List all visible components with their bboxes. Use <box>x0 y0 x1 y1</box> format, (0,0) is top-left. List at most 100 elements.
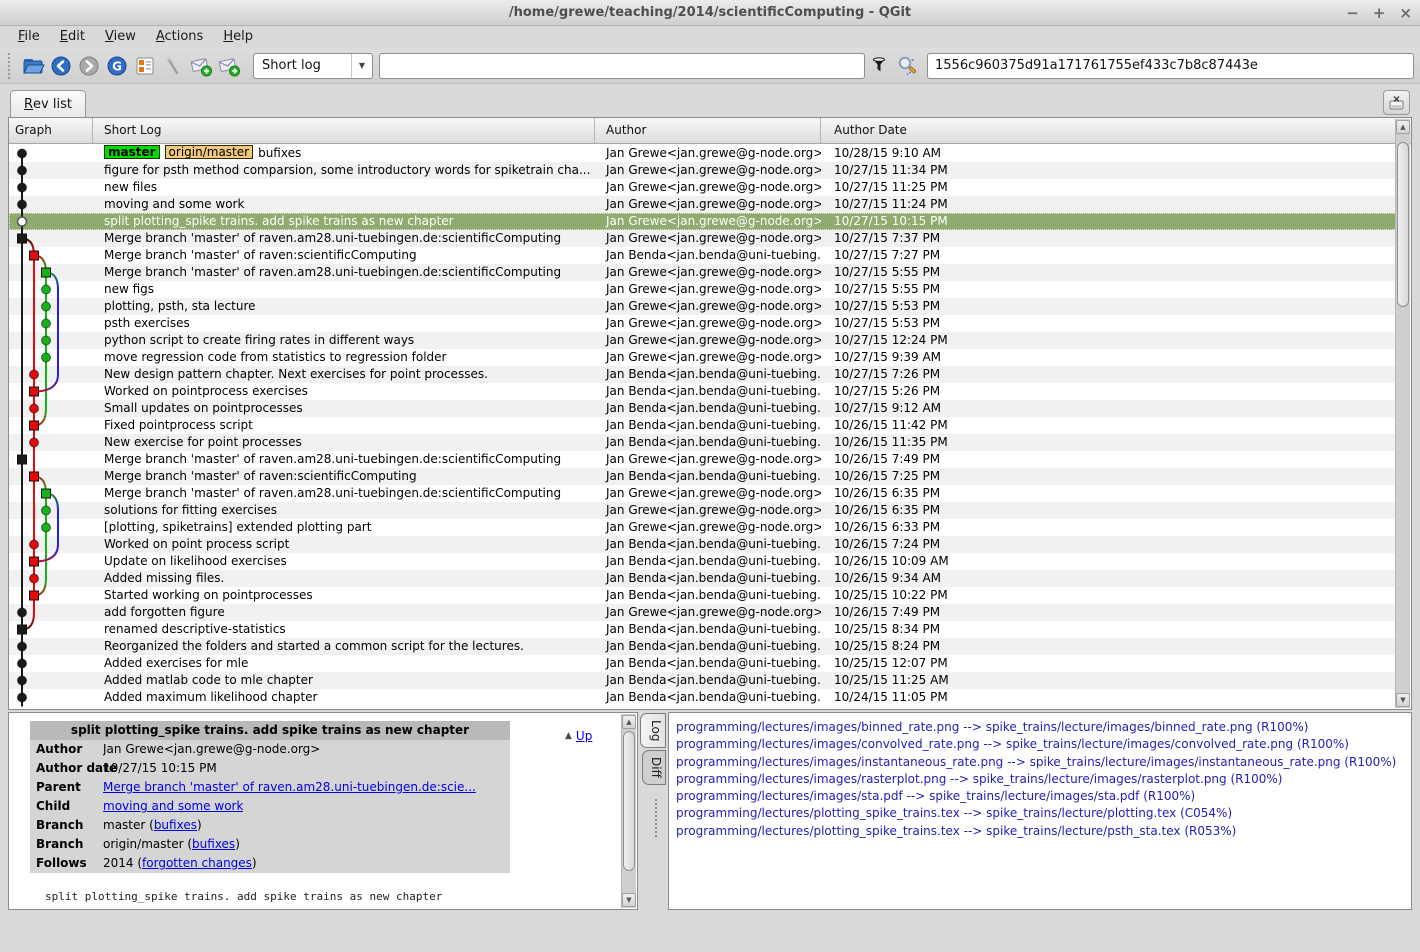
pick-icon[interactable] <box>159 52 187 80</box>
file-rename-line[interactable]: programming/lectures/plotting_spike_trai… <box>676 823 1411 840</box>
filter-funnel-icon[interactable] <box>865 52 893 80</box>
maximize-icon[interactable]: + <box>1373 0 1386 26</box>
author-cell: Jan Benda<jan.benda@uni-tuebing... <box>595 400 821 417</box>
commit-row[interactable]: Merge branch 'master' of raven.am28.uni-… <box>9 230 1397 247</box>
commit-row[interactable]: new filesJan Grewe<jan.grewe@g-node.org>… <box>9 179 1397 196</box>
commit-row[interactable]: split plotting_spike trains. add spike t… <box>9 213 1397 230</box>
scroll-down-icon[interactable]: ▼ <box>622 893 636 907</box>
forward-icon[interactable] <box>75 52 103 80</box>
file-rename-line[interactable]: programming/lectures/images/sta.pdf --> … <box>676 788 1411 805</box>
tab-rev-list[interactable]: Rev list <box>10 90 86 117</box>
commit-row[interactable]: Update on likelihood exercisesJan Benda<… <box>9 553 1397 570</box>
author-cell: Jan Benda<jan.benda@uni-tuebing... <box>595 655 821 672</box>
file-rename-line[interactable]: programming/lectures/images/convolved_ra… <box>676 736 1411 753</box>
commit-row[interactable]: Merge branch 'master' of raven:scientifi… <box>9 468 1397 485</box>
commit-row[interactable]: Added matlab code to mle chapterJan Bend… <box>9 672 1397 689</box>
menu-bar: FileEditViewActionsHelp <box>0 26 1420 48</box>
commit-row[interactable]: Worked on point process scriptJan Benda<… <box>9 536 1397 553</box>
commit-row[interactable]: Merge branch 'master' of raven:scientifi… <box>9 247 1397 264</box>
commit-row[interactable]: Reorganized the folders and started a co… <box>9 638 1397 655</box>
detail-link[interactable]: forgotten changes <box>142 856 252 870</box>
column-header-short-log[interactable]: Short Log <box>93 118 595 143</box>
commit-row[interactable]: Added maximum likelihood chapterJan Bend… <box>9 689 1397 706</box>
scrollbar-thumb[interactable] <box>1397 142 1409 307</box>
menu-help[interactable]: Help <box>213 28 263 46</box>
short-log-cell: Added exercises for mle <box>93 655 595 672</box>
commit-row[interactable]: Merge branch 'master' of raven.am28.uni-… <box>9 451 1397 468</box>
commit-row[interactable]: move regression code from statistics to … <box>9 349 1397 366</box>
commit-row[interactable]: New exercise for point processesJan Bend… <box>9 434 1397 451</box>
scroll-up-icon[interactable]: ▲ <box>622 715 636 729</box>
back-icon[interactable] <box>47 52 75 80</box>
file-rename-line[interactable]: programming/lectures/plotting_spike_trai… <box>676 805 1411 822</box>
short-log-cell: new files <box>93 179 595 196</box>
detail-link[interactable]: moving and some work <box>103 799 243 813</box>
column-header-author-date[interactable]: Author Date <box>821 118 1411 143</box>
commit-row[interactable]: moving and some workJan Grewe<jan.grewe@… <box>9 196 1397 213</box>
up-link-label[interactable]: Up <box>576 729 592 743</box>
toggle-view-icon[interactable] <box>131 52 159 80</box>
commit-node <box>18 183 27 192</box>
commit-message: split plotting_spike trains. add spike t… <box>45 890 442 903</box>
scrollbar-thumb[interactable] <box>623 731 635 871</box>
file-rename-list: programming/lectures/images/binned_rate.… <box>669 713 1411 840</box>
short-log-cell: Merge branch 'master' of raven.am28.uni-… <box>93 451 595 468</box>
commit-row[interactable]: Added exercises for mleJan Benda<jan.ben… <box>9 655 1397 672</box>
commit-node <box>42 506 51 515</box>
tab-log[interactable]: Log <box>640 713 666 748</box>
menu-file[interactable]: File <box>8 28 50 46</box>
open-repository-icon[interactable] <box>19 52 47 80</box>
commit-row[interactable]: Worked on pointprocess exercisesJan Bend… <box>9 383 1397 400</box>
commit-row[interactable]: python script to create firing rates in … <box>9 332 1397 349</box>
detail-link[interactable]: bufixes <box>154 818 197 832</box>
author-cell: Jan Grewe<jan.grewe@g-node.org> <box>595 519 821 536</box>
commit-row[interactable]: renamed descriptive-statisticsJan Benda<… <box>9 621 1397 638</box>
tab-diff[interactable]: Diff <box>642 750 666 785</box>
detail-scrollbar[interactable]: ▲ ▼ <box>621 714 636 908</box>
sha-input[interactable] <box>927 53 1414 79</box>
apply-patch-icon[interactable] <box>187 52 215 80</box>
commit-row[interactable]: Started working on pointprocessesJan Ben… <box>9 587 1397 604</box>
menu-actions[interactable]: Actions <box>146 28 214 46</box>
splitter-handle[interactable] <box>655 799 657 837</box>
detail-link[interactable]: Merge branch 'master' of raven.am28.uni-… <box>103 780 476 794</box>
file-rename-line[interactable]: programming/lectures/images/instantaneou… <box>676 754 1411 771</box>
commit-row[interactable]: add forgotten figureJan Grewe<jan.grewe@… <box>9 604 1397 621</box>
menu-edit[interactable]: Edit <box>50 28 95 46</box>
svg-text:G: G <box>112 59 122 73</box>
rev-list-scrollbar[interactable]: ▲ ▼ <box>1395 119 1410 708</box>
column-header-author[interactable]: Author <box>595 118 821 143</box>
commit-row[interactable]: solutions for fitting exercisesJan Grewe… <box>9 502 1397 519</box>
author-cell: Jan Grewe<jan.grewe@g-node.org> <box>595 604 821 621</box>
commit-row[interactable]: new figsJan Grewe<jan.grewe@g-node.org>1… <box>9 281 1397 298</box>
search-edit-icon[interactable] <box>893 52 921 80</box>
commit-row[interactable]: Merge branch 'master' of raven.am28.uni-… <box>9 485 1397 502</box>
commit-row[interactable]: masterorigin/masterbufixesJan Grewe<jan.… <box>9 145 1397 162</box>
toolbar-handle[interactable] <box>8 53 14 79</box>
commit-row[interactable]: Fixed pointprocess scriptJan Benda<jan.b… <box>9 417 1397 434</box>
file-rename-line[interactable]: programming/lectures/images/binned_rate.… <box>676 719 1411 736</box>
commit-graph <box>9 145 93 710</box>
up-link[interactable]: ▲ Up <box>565 729 592 743</box>
commit-row[interactable]: Merge branch 'master' of raven.am28.uni-… <box>9 264 1397 281</box>
menu-view[interactable]: View <box>95 28 146 46</box>
search-input[interactable] <box>379 53 865 79</box>
commit-row[interactable]: [plotting, spiketrains] extended plottin… <box>9 519 1397 536</box>
view-select[interactable]: Short log ▼ <box>253 53 373 79</box>
commit-row[interactable]: Added missing files.Jan Benda<jan.benda@… <box>9 570 1397 587</box>
scroll-up-icon[interactable]: ▲ <box>1396 120 1410 134</box>
file-rename-line[interactable]: programming/lectures/images/rasterplot.p… <box>676 771 1411 788</box>
commit-row[interactable]: Small updates on pointprocessesJan Benda… <box>9 400 1397 417</box>
column-header-graph[interactable]: Graph <box>9 118 93 143</box>
detail-link[interactable]: bufixes <box>192 837 235 851</box>
format-patch-icon[interactable] <box>215 52 243 80</box>
commit-row[interactable]: New design pattern chapter. Next exercis… <box>9 366 1397 383</box>
scroll-down-icon[interactable]: ▼ <box>1396 693 1410 707</box>
close-icon[interactable]: × <box>1399 0 1412 26</box>
commit-row[interactable]: plotting, psth, sta lectureJan Grewe<jan… <box>9 298 1397 315</box>
commit-row[interactable]: figure for psth method comparsion, some … <box>9 162 1397 179</box>
minimize-icon[interactable]: − <box>1346 0 1359 26</box>
close-tab-icon[interactable] <box>1383 90 1410 115</box>
reload-icon[interactable]: G <box>103 52 131 80</box>
commit-row[interactable]: psth exercisesJan Grewe<jan.grewe@g-node… <box>9 315 1397 332</box>
